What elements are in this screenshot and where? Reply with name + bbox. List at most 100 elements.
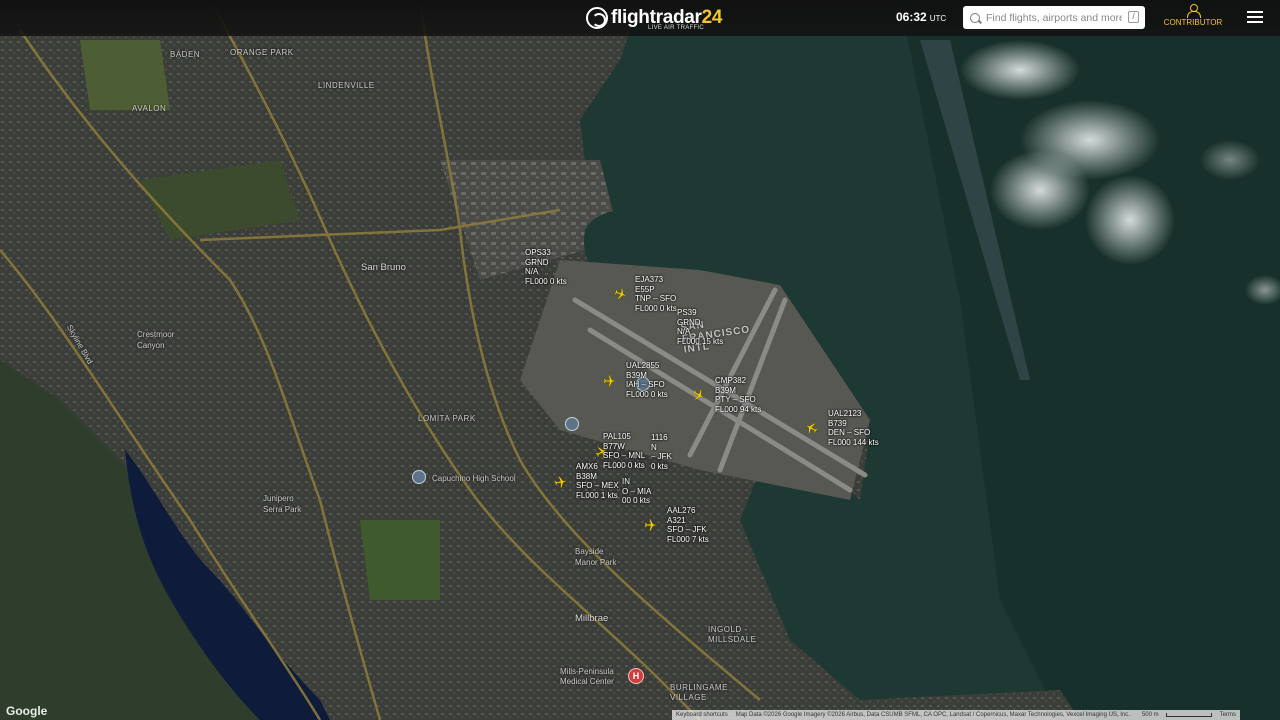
aircraft-callsign: AMX6 (576, 462, 598, 471)
search-input[interactable] (986, 11, 1122, 24)
aircraft-label-xmia[interactable]: IN O – MIA 00 0 kts (622, 477, 651, 506)
keyboard-shortcuts-link[interactable]: Keyboard shortcuts (672, 712, 732, 718)
aircraft-route: SFO – JFK (667, 525, 707, 534)
aircraft-type: B38M (576, 471, 597, 481)
flightradar24-logo[interactable]: flightradar24 LIVE AIR TRAFFIC (586, 4, 722, 32)
aircraft-callsign: PS39 (677, 308, 697, 317)
aircraft-alt-speed: FL000 144 kts (828, 437, 879, 447)
place-label-ingold-millsdale: INGOLD - MILLSDALE (708, 625, 757, 644)
aircraft-route: SFO – MNL (603, 451, 646, 460)
aircraft-alt-speed: FL000 94 kts (715, 404, 762, 414)
place-label-lomita-park: LOMITA PARK (418, 414, 476, 423)
scale-bar (1165, 713, 1212, 717)
aircraft-type: B77W (603, 441, 625, 451)
aircraft-alt-speed: 0 kts (651, 461, 668, 471)
transit-poi-icon[interactable] (565, 417, 579, 431)
aircraft-label-x1116[interactable]: 1116 N – JFK 0 kts (651, 433, 672, 471)
aircraft-label-cmp382[interactable]: CMP382 B39M PTY – SFO FL000 94 kts (715, 376, 761, 414)
map-attribution-bar: Keyboard shortcuts Map Data ©2026 Google… (672, 710, 1240, 720)
aircraft-route: N/A (677, 327, 691, 336)
aircraft-route: PTY – SFO (715, 395, 756, 404)
aircraft-label-ops33[interactable]: OPS33 GRND N/A FL000 0 kts (525, 248, 567, 286)
aircraft-icon[interactable] (614, 287, 628, 301)
place-label-san-bruno: San Bruno (361, 262, 406, 273)
place-label-avalon: AVALON (132, 104, 167, 113)
search-box[interactable]: / (963, 6, 1145, 29)
aircraft-route: DEN – SFO (828, 428, 871, 437)
aircraft-icon[interactable] (804, 421, 818, 435)
aircraft-alt-speed: 00 0 kts (622, 496, 651, 505)
aircraft-callsign: AAL276 (667, 506, 696, 515)
aircraft-route: TNP – SFO (635, 294, 677, 303)
aircraft-route: SFO – MEX (576, 481, 619, 490)
place-label-baden: BADEN (170, 50, 201, 59)
aircraft-callsign: OPS33 (525, 248, 551, 257)
satellite-map[interactable] (0, 0, 1280, 720)
aircraft-alt-speed: FL000 15 kts (677, 336, 724, 346)
place-label-burlingame-village: BURLINGAME VILLAGE (670, 683, 728, 702)
aircraft-alt-speed: FL000 1 kts (576, 490, 618, 500)
map-data-attribution: Map Data ©2026 Google Imagery ©2026 Airb… (735, 712, 1130, 718)
aircraft-alt-speed: FL000 0 kts (525, 276, 567, 286)
place-label-capuchino-high-school: Capuchino High School (432, 474, 516, 483)
radar-logo-icon (586, 7, 608, 29)
aircraft-route: – JFK (651, 452, 672, 461)
clock-timezone: UTC (929, 14, 947, 23)
aircraft-route: N/A (525, 267, 539, 276)
aircraft-type: A321 (667, 515, 686, 525)
place-label-crestmoor-canyon: Crestmoor Canyon (137, 330, 175, 350)
aircraft-route: O – MIA (622, 486, 652, 496)
contributor-label: CONTRIBUTOR (1163, 18, 1223, 27)
aircraft-icon[interactable] (603, 374, 617, 388)
aircraft-label-aal276[interactable]: AAL276 A321 SFO – JFK FL000 7 kts (667, 506, 709, 544)
scale-label: 500 m (1141, 712, 1159, 718)
search-icon (970, 12, 980, 23)
aircraft-label-ual2855[interactable]: UAL2855 B39M IAH – SFO FL000 0 kts (626, 361, 668, 399)
aircraft-callsign: 1116 (651, 433, 668, 442)
logo-tagline: LIVE AIR TRAFFIC (648, 25, 705, 31)
terms-link[interactable]: Terms (1216, 712, 1240, 718)
top-bar: flightradar24 LIVE AIR TRAFFIC 06:32 UTC … (0, 0, 1280, 36)
place-label-junipero-serra-park: Junipero Serra Park (263, 494, 302, 514)
aircraft-icon[interactable] (692, 388, 706, 402)
aircraft-icon[interactable] (644, 518, 658, 532)
aircraft-callsign: CMP382 (715, 376, 747, 385)
aircraft-type: E55P (635, 284, 655, 294)
aircraft-alt-speed: FL000 0 kts (635, 303, 677, 313)
contributor-button[interactable]: CONTRIBUTOR (1162, 4, 1224, 27)
clock-time: 06:32 (896, 10, 927, 24)
shortcut-key-hint: / (1128, 11, 1139, 23)
place-label-lindenville: LINDENVILLE (318, 81, 375, 90)
aircraft-callsign: IN (622, 477, 630, 486)
aircraft-icon[interactable] (554, 475, 568, 489)
hospital-poi-icon[interactable]: H (628, 668, 644, 684)
school-poi-icon[interactable] (412, 470, 426, 484)
utc-clock: 06:32 UTC (896, 10, 946, 24)
aircraft-label-ps39[interactable]: PS39 GRND N/A FL000 15 kts (677, 308, 723, 346)
aircraft-callsign: EJA373 (635, 275, 664, 284)
aircraft-label-ual2123[interactable]: UAL2123 B739 DEN – SFO FL000 144 kts (828, 409, 879, 447)
aircraft-type: GRND (525, 257, 549, 267)
aircraft-alt-speed: FL000 0 kts (626, 389, 668, 399)
user-icon (1187, 4, 1201, 18)
aircraft-type: N (651, 442, 657, 452)
google-logo: Google (6, 704, 48, 718)
aircraft-callsign: PAL105 (603, 432, 631, 441)
aircraft-type: GRND (677, 317, 701, 327)
aircraft-type: B39M (715, 385, 736, 395)
place-label-bayside-manor-park: Bayside Manor Park (575, 547, 617, 567)
map-scale[interactable]: 500 m (1134, 712, 1216, 718)
aircraft-route: IAH – SFO (626, 380, 665, 389)
hamburger-menu-icon[interactable] (1247, 11, 1263, 24)
place-label-millbrae: Millbrae (575, 613, 609, 624)
aircraft-label-amx6[interactable]: AMX6 B38M SFO – MEX FL000 1 kts (576, 462, 619, 500)
aircraft-type: B39M (626, 370, 647, 380)
aircraft-type: B739 (828, 418, 847, 428)
aircraft-callsign: UAL2123 (828, 409, 862, 418)
aircraft-label-eja373[interactable]: EJA373 E55P TNP – SFO FL000 0 kts (635, 275, 677, 313)
aircraft-alt-speed: FL000 7 kts (667, 534, 709, 544)
place-label-orange-park: ORANGE PARK (230, 48, 294, 57)
aircraft-callsign: UAL2855 (626, 361, 660, 370)
map-stage[interactable]: BADEN ORANGE PARK LINDENVILLE AVALON San… (0, 0, 1280, 720)
place-label-mills-peninsula: Mills-Peninsula Medical Center (560, 667, 614, 686)
